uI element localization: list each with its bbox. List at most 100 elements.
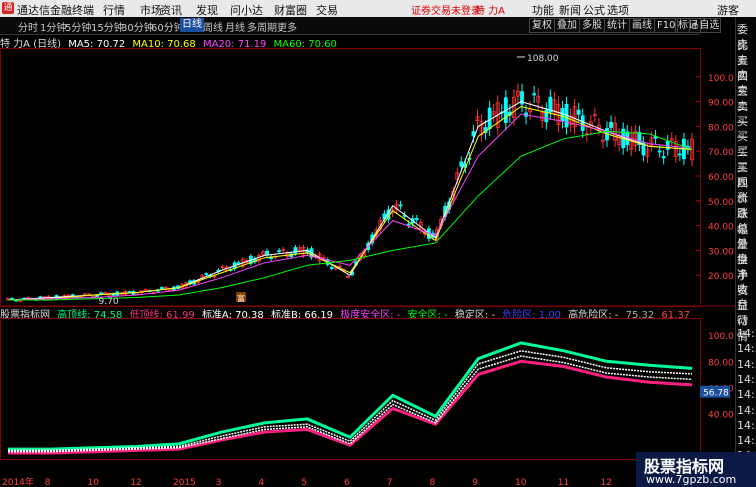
top-menu-bar: 通 通达信金融终端 行情 市场 资讯 发现 问小达 财富圈 交易 证券交易未登录… [0,0,756,17]
candle-body [657,150,662,153]
side-panel-label: 14:50 [737,388,756,402]
right-toolbar: 复权 叠加 多股 统计 画线 F10 标记 [525,17,707,34]
login-alert[interactable]: 证券交易未登录 [411,2,481,17]
date-axis-label: 4 [259,478,265,487]
menu-item-wealth[interactable]: 财富圈 [274,2,307,18]
add-watchlist-button[interactable]: +自选 [689,18,722,33]
side-panel-label: 14:50 [737,327,756,340]
tab-daily[interactable]: 日线 [180,18,204,32]
ma-line-ma5 [7,101,693,301]
date-axis-label: 12 [130,478,141,487]
menu-item-market[interactable]: 市场 [140,2,162,18]
candle-body [576,109,581,115]
date-axis-label: 6 [344,478,350,487]
menu-item-news[interactable]: 新闻 [559,2,581,18]
price-axis-label: 80.00 [708,123,734,133]
side-panel-label: 14:50 [737,342,756,356]
draw-line-button[interactable]: 画线 [629,18,655,33]
ma-lines: 108.00 9.70 富 [7,54,693,307]
top-stock-name: 特 力A [475,6,506,17]
date-axis-label: 5 [301,478,307,487]
candle-body [677,153,682,156]
ma-line-ma10 [7,106,693,301]
menu-item-trade[interactable]: 交易 [316,2,338,18]
quote-side-panel: 委比 卖五 卖四 卖三 卖二 卖一 买一 买二 买三 买四 现价 涨跌 涨幅 总量 外盘 换手 净资 收益 自动 行情… [735,17,756,487]
indicator-axis-label: 40.00 [708,411,734,421]
tab-15min[interactable]: 15分钟 [91,19,124,34]
date-axis-label: 2014年 [2,476,34,487]
candle-body [293,247,298,254]
tab-30min[interactable]: 30分钟 [121,19,154,34]
indicator-axis-label: 100.0 [708,332,734,342]
price-axis-label: 30.00 [708,247,734,257]
date-axis-label: 10 [515,478,527,487]
indicator-line-1 [8,359,693,455]
kline-chart[interactable]: 108.00 9.70 富 100.0 90.00 80.00 70.00 60.00 50.… [0,48,735,487]
tab-weekly[interactable]: 周线 [203,19,223,34]
candle-body [406,223,411,226]
side-panel-label: 14:50 [737,434,756,448]
menu-item-formula[interactable]: 公式 [583,2,605,18]
candle-body [560,108,565,122]
candle-body [414,218,419,220]
indicator-lines [8,341,693,455]
main-frame [0,48,701,307]
candle-body [277,250,282,252]
price-axis-label: 70.00 [708,148,734,158]
side-panel-label: 14:50 [737,403,756,417]
watermark-url: www.7gpzb.com [646,473,737,486]
candlestick-series [6,83,694,302]
date-axis-label: 8 [45,478,51,487]
date-axis-label: 9 [472,478,478,487]
candle-body [459,161,464,167]
current-value-text: 56.78 [703,389,729,399]
menu-item-quotes[interactable]: 行情 [103,2,125,18]
side-panel-label: 14:50 [737,372,756,386]
main-chart-legend: 特 力A (日线) MA5: 70.72 MA10: 70.68 MA20: 7… [0,35,341,50]
menu-item-ask[interactable]: 问小达 [230,2,263,18]
guest-label[interactable]: 游客 [717,2,739,18]
tab-1min[interactable]: 1分钟 [40,19,66,34]
overlay-button[interactable]: 叠加 [554,18,580,33]
date-axis-label: 12 [601,478,612,487]
app-logo-icon: 通 [2,2,14,14]
high-annotation: 108.00 [527,54,559,64]
candle-body [609,121,613,128]
menu-item-options[interactable]: 选项 [607,2,629,18]
tab-60min[interactable]: 60分钟 [151,19,184,34]
restore-rights-button[interactable]: 复权 [529,18,555,33]
candle-body [159,287,164,289]
statistics-button[interactable]: 统计 [604,18,630,33]
event-marker-text: 富 [237,293,245,303]
tab-multi-period[interactable]: 多周期 [247,19,277,34]
indicator-axis-label: 80.00 [708,358,734,368]
indicator-line-0 [8,341,693,451]
side-panel-label: 14:50 [737,357,756,371]
tab-more[interactable]: 更多 [277,19,297,34]
date-axis-label: 3 [216,478,222,487]
tab-monthly[interactable]: 月线 [225,19,245,34]
candle-body [10,297,14,300]
side-panel-label: 14:50 [737,418,756,432]
menu-item-function[interactable]: 功能 [532,2,554,18]
candle-body [398,204,403,207]
price-axis-label: 60.00 [708,173,734,183]
multi-stock-button[interactable]: 多股 [579,18,605,33]
price-axis-label: 100.0 [708,74,734,84]
menu-item-discover[interactable]: 发现 [196,2,218,18]
low-annotation: 9.70 [99,297,119,307]
watermark-badge: 股票指标网 www.7gpzb.com [636,452,756,487]
date-axis-label: 2015 [173,478,196,487]
candle-body [661,156,666,159]
price-axis-label: 40.00 [708,223,734,233]
app-title: 通达信金融终端 [17,4,94,17]
candle-body [265,250,269,256]
price-axis-label: 50.00 [708,198,734,208]
candle-body [532,93,537,96]
menu-item-info[interactable]: 资讯 [160,2,182,18]
tab-intraday[interactable]: 分时 [18,19,38,34]
date-axis-label: 10 [88,478,100,487]
candle-body [329,267,334,269]
tab-5min[interactable]: 5分钟 [65,19,91,34]
chart-grid [0,48,735,460]
